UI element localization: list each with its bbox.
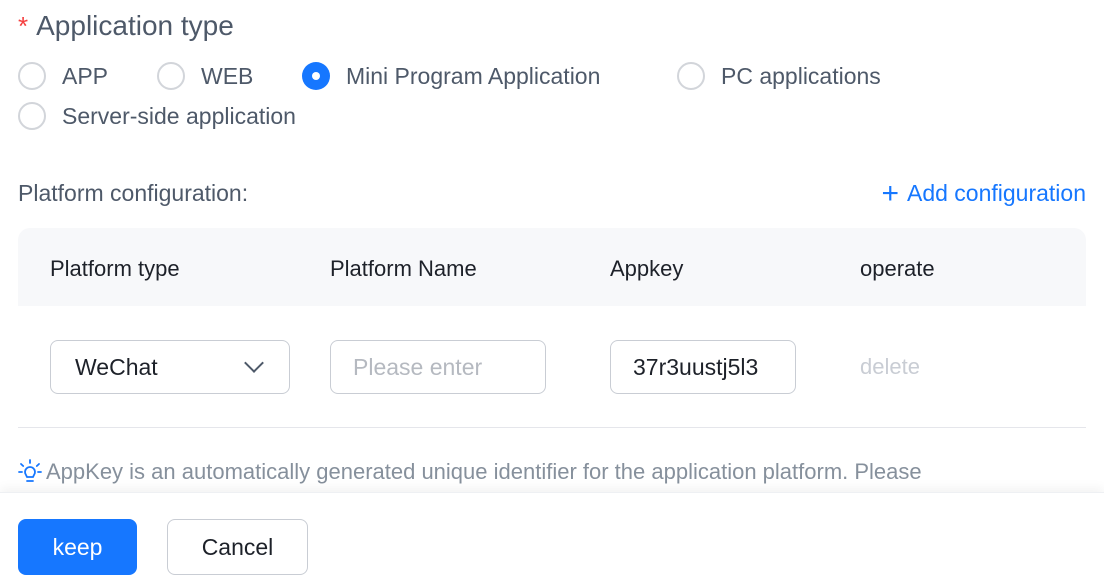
platform-type-value: WeChat <box>75 353 158 380</box>
radio-mini-program[interactable]: Mini Program Application <box>302 62 600 90</box>
platform-table-header: Platform type Platform Name Appkey opera… <box>18 228 1086 306</box>
radio-circle[interactable] <box>18 62 46 90</box>
column-header-appkey: Appkey <box>610 256 684 281</box>
radio-circle[interactable] <box>157 62 185 90</box>
plus-icon: + <box>881 176 899 210</box>
application-type-label: Application type <box>36 10 234 41</box>
row-divider <box>18 427 1086 428</box>
radio-circle[interactable] <box>18 102 46 130</box>
keep-button[interactable]: keep <box>18 519 137 575</box>
form-footer: keep Cancel <box>0 492 1104 576</box>
platform-config-label: Platform configuration: <box>18 180 249 206</box>
application-type-title: * Application type <box>18 10 234 42</box>
application-form: * Application type APP WEB Mini Program … <box>0 0 1104 576</box>
appkey-hint: AppKey is an automatically generated uni… <box>18 458 1104 486</box>
chevron-down-icon <box>244 353 264 373</box>
add-configuration-button[interactable]: + Add configuration <box>881 176 1086 210</box>
appkey-input[interactable] <box>610 340 796 394</box>
add-configuration-label: Add configuration <box>906 180 1086 206</box>
platform-type-select[interactable]: WeChat <box>50 340 290 394</box>
lightbulb-icon <box>18 459 42 482</box>
radio-pc[interactable]: PC applications <box>677 62 881 90</box>
radio-web[interactable]: WEB <box>157 62 253 90</box>
column-header-platform-type: Platform type <box>50 256 180 281</box>
radio-app[interactable]: APP <box>18 62 108 90</box>
required-mark: * <box>18 10 29 41</box>
radio-label: PC applications <box>721 62 881 89</box>
cancel-button[interactable]: Cancel <box>167 519 308 575</box>
hint-text: AppKey is an automatically generated uni… <box>46 459 922 484</box>
column-header-platform-name: Platform Name <box>330 256 477 281</box>
delete-row-link[interactable]: delete <box>860 354 920 380</box>
platform-name-input[interactable] <box>330 340 546 394</box>
radio-circle[interactable] <box>302 62 330 90</box>
radio-label: Mini Program Application <box>346 62 601 89</box>
radio-label: WEB <box>201 62 254 89</box>
radio-circle[interactable] <box>677 62 705 90</box>
radio-label: Server-side application <box>62 102 296 129</box>
radio-label: APP <box>62 62 109 89</box>
radio-server-side[interactable]: Server-side application <box>18 102 296 130</box>
column-header-operate: operate <box>860 256 935 281</box>
